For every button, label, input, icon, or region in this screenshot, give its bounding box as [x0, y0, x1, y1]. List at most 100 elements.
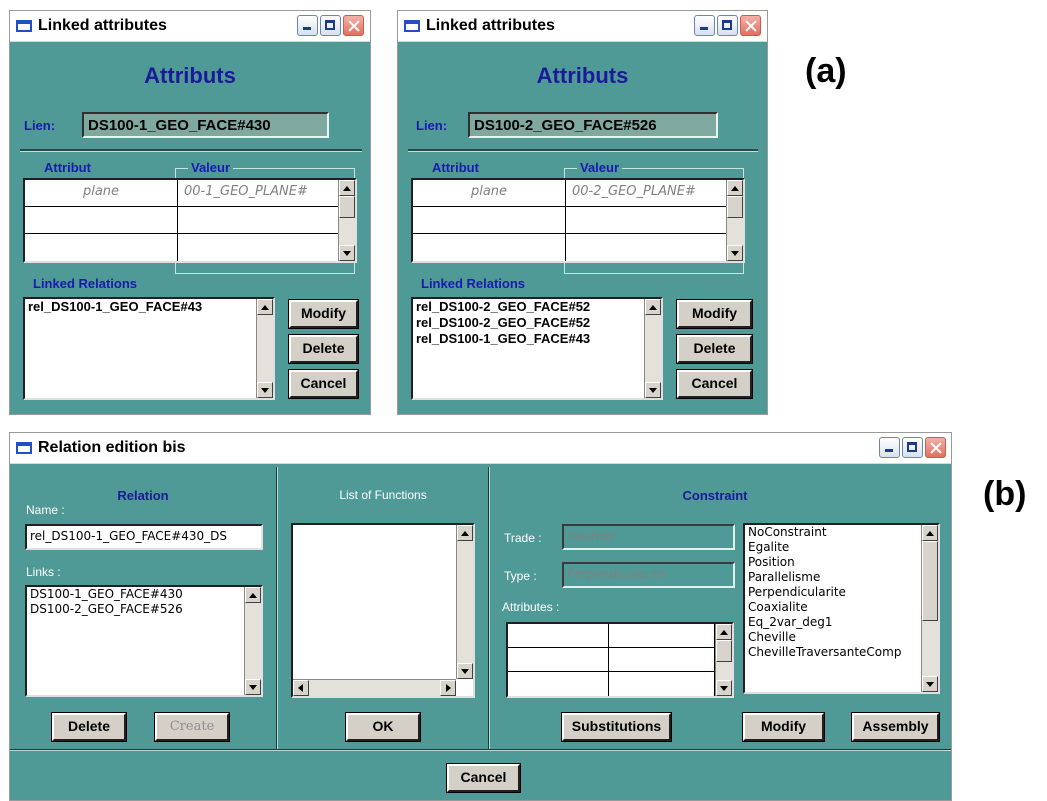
attribute-grid[interactable]: plane 00-1_GEO_PLANE# — [23, 178, 357, 263]
grid-row[interactable] — [508, 672, 715, 696]
maximize-icon[interactable] — [902, 437, 923, 458]
scroll-down-icon[interactable] — [645, 382, 661, 398]
linked-relations-list[interactable]: rel_DS100-1_GEO_FACE#43 — [23, 297, 275, 400]
functions-list[interactable] — [291, 523, 475, 698]
substitutions-button[interactable]: Substitutions — [561, 712, 672, 742]
value-cell[interactable] — [566, 234, 727, 261]
scroll-thumb[interactable] — [727, 196, 743, 218]
title-bar[interactable]: Linked attributes — [398, 11, 767, 42]
value-cell[interactable] — [178, 207, 339, 233]
value-cell[interactable] — [609, 672, 715, 696]
list-scrollbar[interactable] — [921, 525, 938, 692]
attr-cell[interactable] — [413, 234, 566, 261]
delete-button[interactable]: Delete — [676, 334, 753, 364]
lien-field[interactable]: DS100-2_GEO_FACE#526 — [468, 112, 718, 138]
attr-cell[interactable] — [413, 207, 566, 233]
list-item[interactable]: DS100-1_GEO_FACE#430 — [27, 587, 261, 602]
value-cell[interactable]: 00-2_GEO_PLANE# — [566, 180, 727, 206]
close-icon[interactable] — [343, 15, 364, 36]
scroll-up-icon[interactable] — [245, 587, 261, 603]
close-icon[interactable] — [740, 15, 761, 36]
grid-row[interactable] — [25, 207, 339, 234]
scroll-down-icon[interactable] — [457, 663, 473, 679]
scroll-left-icon[interactable] — [293, 680, 309, 696]
list-scrollbar[interactable] — [456, 525, 473, 679]
list-hscrollbar[interactable] — [293, 679, 456, 696]
grid-row[interactable]: plane 00-1_GEO_PLANE# — [25, 180, 339, 207]
create-button[interactable]: Create — [154, 712, 230, 742]
scroll-up-icon[interactable] — [339, 180, 355, 196]
scroll-right-icon[interactable] — [440, 680, 456, 696]
attr-cell[interactable] — [508, 624, 609, 647]
value-cell[interactable] — [609, 648, 715, 671]
grid-row[interactable]: plane 00-2_GEO_PLANE# — [413, 180, 727, 207]
scroll-thumb[interactable] — [716, 640, 732, 662]
list-item[interactable]: Egalite — [745, 540, 938, 555]
grid-row[interactable] — [508, 624, 715, 648]
minimize-icon[interactable] — [694, 15, 715, 36]
attr-cell[interactable] — [25, 207, 178, 233]
list-item[interactable]: ChevilleTraversanteComp — [745, 645, 938, 660]
scroll-thumb[interactable] — [339, 196, 355, 218]
maximize-icon[interactable] — [320, 15, 341, 36]
title-bar[interactable]: Relation edition bis — [10, 433, 951, 464]
list-scrollbar[interactable] — [644, 299, 661, 398]
list-scrollbar[interactable] — [244, 587, 261, 695]
value-cell[interactable] — [178, 234, 339, 261]
scroll-down-icon[interactable] — [339, 245, 355, 261]
scroll-down-icon[interactable] — [727, 245, 743, 261]
list-item[interactable]: Parallelisme — [745, 570, 938, 585]
list-item[interactable]: DS100-2_GEO_FACE#526 — [27, 602, 261, 617]
attr-cell[interactable]: plane — [25, 180, 178, 206]
assembly-button[interactable]: Assembly — [851, 712, 940, 742]
grid-scrollbar[interactable] — [338, 180, 355, 261]
scroll-down-icon[interactable] — [245, 679, 261, 695]
lien-field[interactable]: DS100-1_GEO_FACE#430 — [82, 112, 329, 138]
ok-button[interactable]: OK — [345, 712, 421, 742]
list-item[interactable]: Perpendicularite — [745, 585, 938, 600]
grid-scrollbar[interactable] — [715, 624, 732, 696]
scroll-up-icon[interactable] — [716, 624, 732, 640]
linked-relations-list[interactable]: rel_DS100-2_GEO_FACE#52 rel_DS100-2_GEO_… — [411, 297, 663, 400]
type-field[interactable]: Perpendicularite — [562, 562, 735, 588]
minimize-icon[interactable] — [297, 15, 318, 36]
scroll-down-icon[interactable] — [257, 382, 273, 398]
attr-cell[interactable] — [25, 234, 178, 261]
close-icon[interactable] — [925, 437, 946, 458]
constraint-list[interactable]: NoConstraint Egalite Position Parallelis… — [743, 523, 940, 694]
delete-button[interactable]: Delete — [288, 334, 359, 364]
links-list[interactable]: DS100-1_GEO_FACE#430 DS100-2_GEO_FACE#52… — [25, 585, 263, 697]
modify-button[interactable]: Modify — [742, 712, 825, 742]
list-item[interactable]: Eq_2var_deg1 — [745, 615, 938, 630]
title-bar[interactable]: Linked attributes — [10, 11, 370, 42]
attribute-grid[interactable]: plane 00-2_GEO_PLANE# — [411, 178, 745, 263]
grid-scrollbar[interactable] — [726, 180, 743, 261]
cancel-button[interactable]: Cancel — [288, 369, 359, 399]
list-item[interactable]: Cheville — [745, 630, 938, 645]
constraint-attributes-grid[interactable] — [506, 622, 734, 698]
scroll-up-icon[interactable] — [922, 525, 938, 541]
attr-cell[interactable] — [508, 648, 609, 671]
list-item[interactable]: rel_DS100-1_GEO_FACE#43 — [25, 299, 256, 315]
name-field[interactable]: rel_DS100-1_GEO_FACE#430_DS — [25, 524, 263, 550]
list-scrollbar[interactable] — [256, 299, 273, 398]
modify-button[interactable]: Modify — [288, 299, 359, 329]
grid-row[interactable] — [413, 234, 727, 261]
attr-cell[interactable]: plane — [413, 180, 566, 206]
value-cell[interactable]: 00-1_GEO_PLANE# — [178, 180, 339, 206]
list-item[interactable]: rel_DS100-1_GEO_FACE#43 — [413, 331, 644, 347]
cancel-button[interactable]: Cancel — [446, 763, 521, 793]
list-item[interactable]: rel_DS100-2_GEO_FACE#52 — [413, 315, 644, 331]
delete-button[interactable]: Delete — [51, 712, 127, 742]
value-cell[interactable] — [566, 207, 727, 233]
value-cell[interactable] — [609, 624, 715, 647]
grid-row[interactable] — [413, 207, 727, 234]
cancel-button[interactable]: Cancel — [676, 369, 753, 399]
grid-row[interactable] — [25, 234, 339, 261]
list-item[interactable]: Position — [745, 555, 938, 570]
attr-cell[interactable] — [508, 672, 609, 696]
scroll-up-icon[interactable] — [257, 299, 273, 315]
minimize-icon[interactable] — [879, 437, 900, 458]
modify-button[interactable]: Modify — [676, 299, 753, 329]
grid-row[interactable] — [508, 648, 715, 672]
